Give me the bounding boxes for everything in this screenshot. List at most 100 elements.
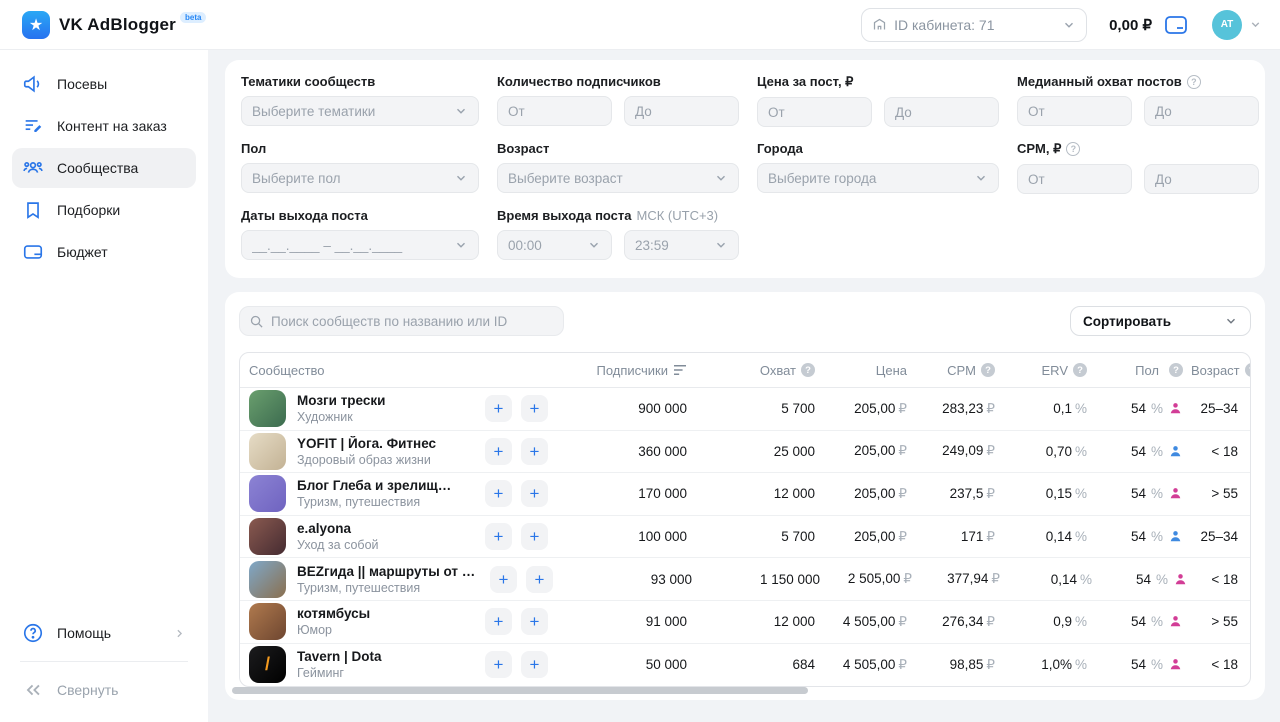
cpm-from-input[interactable] — [1017, 164, 1132, 194]
subscribers-to-input[interactable] — [624, 96, 739, 126]
sidebar-item-soobshchestva[interactable]: Сообщества — [12, 148, 196, 188]
cities-select[interactable]: Выберите города — [757, 163, 999, 193]
sidebar-collapse[interactable]: Свернуть — [12, 672, 196, 708]
add-to-collection-button[interactable]: + — [521, 480, 548, 507]
chevron-down-icon — [454, 104, 468, 118]
help-circle-icon[interactable]: ? — [1066, 142, 1080, 156]
gender-select[interactable]: Выберите пол — [241, 163, 479, 193]
wallet-icon[interactable] — [1164, 15, 1188, 35]
erv-value: 0,70% — [1003, 444, 1095, 459]
sidebar: Посевы Контент на заказ Сообщества Подбо… — [0, 50, 208, 722]
price-from-input[interactable] — [757, 97, 872, 127]
community-category: Гейминг — [297, 666, 382, 680]
time-to-select[interactable]: 23:59 — [624, 230, 739, 260]
subscribers-value: 91 000 — [577, 614, 695, 629]
table-row[interactable]: e.alyona Уход за собой + + 100 000 5 700… — [240, 516, 1250, 559]
reach-value: 5 700 — [695, 401, 823, 416]
reach-value: 684 — [695, 657, 823, 672]
subscribers-value: 170 000 — [577, 486, 695, 501]
time-from-select[interactable]: 00:00 — [497, 230, 612, 260]
topics-select[interactable]: Выберите тематики — [241, 96, 479, 126]
community-category: Юмор — [297, 623, 370, 637]
search-input[interactable] — [271, 314, 554, 329]
add-to-campaign-button[interactable]: + — [485, 651, 512, 678]
age-select[interactable]: Выберите возраст — [497, 163, 739, 193]
sort-button[interactable]: Сортировать — [1070, 306, 1251, 336]
help-circle-icon[interactable]: ? — [1169, 363, 1183, 377]
sidebar-help[interactable]: Помощь — [12, 613, 196, 653]
cpm-to-input[interactable] — [1144, 164, 1259, 194]
user-avatar[interactable]: AT — [1212, 10, 1242, 40]
table-row[interactable]: BEZгида || маршруты от Олега… Туризм, пу… — [240, 558, 1250, 601]
add-to-campaign-button[interactable]: + — [485, 438, 512, 465]
column-gender: Пол ? — [1095, 363, 1191, 378]
reach-value: 5 700 — [695, 529, 823, 544]
table-row[interactable]: Блог Глеба и зрелищ… Туризм, путешествия… — [240, 473, 1250, 516]
erv-value: 0,14% — [1008, 572, 1100, 587]
subscribers-from-input[interactable] — [497, 96, 612, 126]
gender-value: 54% — [1095, 657, 1191, 672]
add-to-collection-button[interactable]: + — [521, 523, 548, 550]
cabinet-selector[interactable]: ID кабинета: 71 — [861, 8, 1087, 42]
add-to-collection-button[interactable]: + — [521, 651, 548, 678]
reach-to-input[interactable] — [1144, 96, 1259, 126]
add-to-campaign-button[interactable]: + — [490, 566, 517, 593]
beta-badge: beta — [180, 12, 206, 23]
add-to-collection-button[interactable]: + — [526, 566, 553, 593]
help-circle-icon[interactable]: ? — [1245, 363, 1251, 377]
add-to-collection-button[interactable]: + — [521, 395, 548, 422]
chevron-down-icon — [714, 171, 728, 185]
table-row[interactable]: YOFIT | Йога. Фитнес Здоровый образ жизн… — [240, 431, 1250, 474]
filter-label: Количество подписчиков — [497, 74, 739, 89]
filter-label: Тематики сообществ — [241, 74, 479, 89]
horizontal-scrollbar[interactable] — [232, 687, 808, 694]
community-name[interactable]: котямбусы — [297, 606, 370, 621]
reach-value: 1 150 000 — [700, 572, 828, 587]
add-to-collection-button[interactable]: + — [521, 608, 548, 635]
sidebar-item-byudzhet[interactable]: Бюджет — [12, 232, 196, 272]
sidebar-item-content-na-zakaz[interactable]: Контент на заказ — [12, 106, 196, 146]
erv-value: 0,14% — [1003, 529, 1095, 544]
community-name[interactable]: e.alyona — [297, 521, 379, 536]
reach-value: 12 000 — [695, 486, 823, 501]
help-circle-icon[interactable]: ? — [981, 363, 995, 377]
add-to-campaign-button[interactable]: + — [485, 523, 512, 550]
median-reach-label: Медианный охват постов — [1017, 74, 1182, 89]
sidebar-item-posevy[interactable]: Посевы — [12, 64, 196, 104]
table-row[interactable]: котямбусы Юмор + + 91 000 12 000 4 505,0… — [240, 601, 1250, 644]
age-value: < 18 — [1196, 572, 1250, 587]
add-to-campaign-button[interactable]: + — [485, 395, 512, 422]
community-name[interactable]: Tavern | Dota — [297, 649, 382, 664]
main-content: Тематики сообществ Выберите тематики Кол… — [208, 50, 1280, 722]
add-to-campaign-button[interactable]: + — [485, 480, 512, 507]
price-value: 205,00₽ — [823, 486, 915, 502]
add-to-collection-button[interactable]: + — [521, 438, 548, 465]
price-to-input[interactable] — [884, 97, 999, 127]
column-subscribers[interactable]: Подписчики — [577, 363, 695, 378]
table-row[interactable]: / Tavern | Dota Гейминг + + 50 000 684 4… — [240, 644, 1250, 687]
date-range-select[interactable]: __.__.____ – __.__.____ — [241, 230, 479, 260]
table-row[interactable]: Мозги трески Художник + + 900 000 5 700 … — [240, 388, 1250, 431]
account-menu-chevron-icon[interactable] — [1249, 18, 1262, 31]
help-circle-icon[interactable]: ? — [1073, 363, 1087, 377]
cities-placeholder: Выберите города — [768, 171, 974, 186]
gender-value: 54% — [1095, 401, 1191, 416]
add-to-campaign-button[interactable]: + — [485, 608, 512, 635]
help-circle-icon[interactable]: ? — [801, 363, 815, 377]
content-order-icon — [22, 115, 44, 137]
time-to-value: 23:59 — [635, 238, 714, 253]
search-field[interactable] — [239, 306, 564, 336]
subscribers-value: 900 000 — [577, 401, 695, 416]
person-gender-icon — [1168, 486, 1183, 501]
app-logo[interactable]: ★ VK AdBlogger beta — [22, 11, 206, 39]
person-gender-icon — [1168, 614, 1183, 629]
community-name[interactable]: YOFIT | Йога. Фитнес — [297, 436, 436, 451]
community-name[interactable]: Блог Глеба и зрелищ… — [297, 478, 451, 493]
community-name[interactable]: Мозги трески — [297, 393, 385, 408]
subscribers-value: 93 000 — [582, 572, 700, 587]
community-name[interactable]: BEZгида || маршруты от Олега… — [297, 564, 482, 579]
sidebar-item-podborki[interactable]: Подборки — [12, 190, 196, 230]
reach-from-input[interactable] — [1017, 96, 1132, 126]
chevron-down-icon — [1062, 18, 1076, 32]
help-circle-icon[interactable]: ? — [1187, 75, 1201, 89]
